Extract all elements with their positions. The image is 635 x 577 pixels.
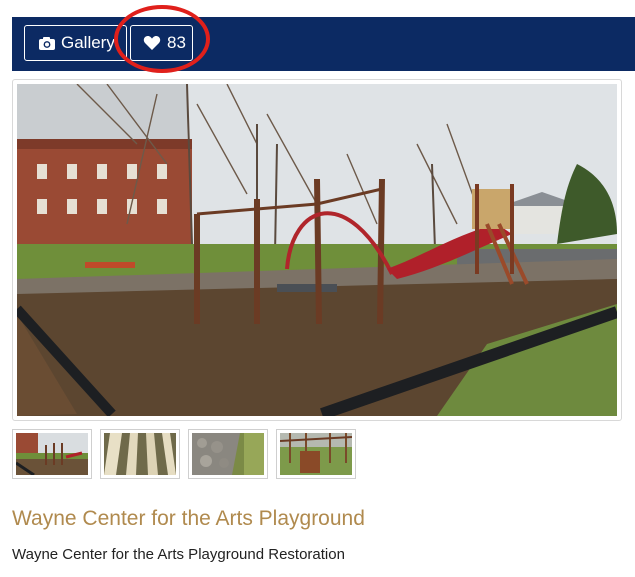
thumbnail[interactable] (188, 429, 268, 479)
page-title: Wayne Center for the Arts Playground (12, 507, 365, 530)
main-photo[interactable] (12, 79, 622, 421)
gallery-button[interactable]: Gallery (24, 25, 127, 61)
stone-wall-thumbnail (192, 433, 264, 475)
thumbnail[interactable] (12, 429, 92, 479)
thumbnail[interactable] (276, 429, 356, 479)
heart-icon (143, 35, 161, 51)
thumbnail[interactable] (100, 429, 180, 479)
likes-count: 83 (167, 33, 186, 52)
timber-beams-thumbnail (104, 433, 176, 475)
likes-button[interactable]: 83 (130, 25, 193, 61)
camera-icon (38, 35, 56, 51)
playground-overview-thumbnail (16, 433, 88, 475)
playground-photo (17, 84, 617, 416)
gallery-label: Gallery (61, 33, 115, 52)
play-equipment-thumbnail (280, 433, 352, 475)
gallery-toolbar: Gallery 83 (12, 17, 635, 71)
page-subtitle: Wayne Center for the Arts Playground Res… (12, 546, 345, 563)
